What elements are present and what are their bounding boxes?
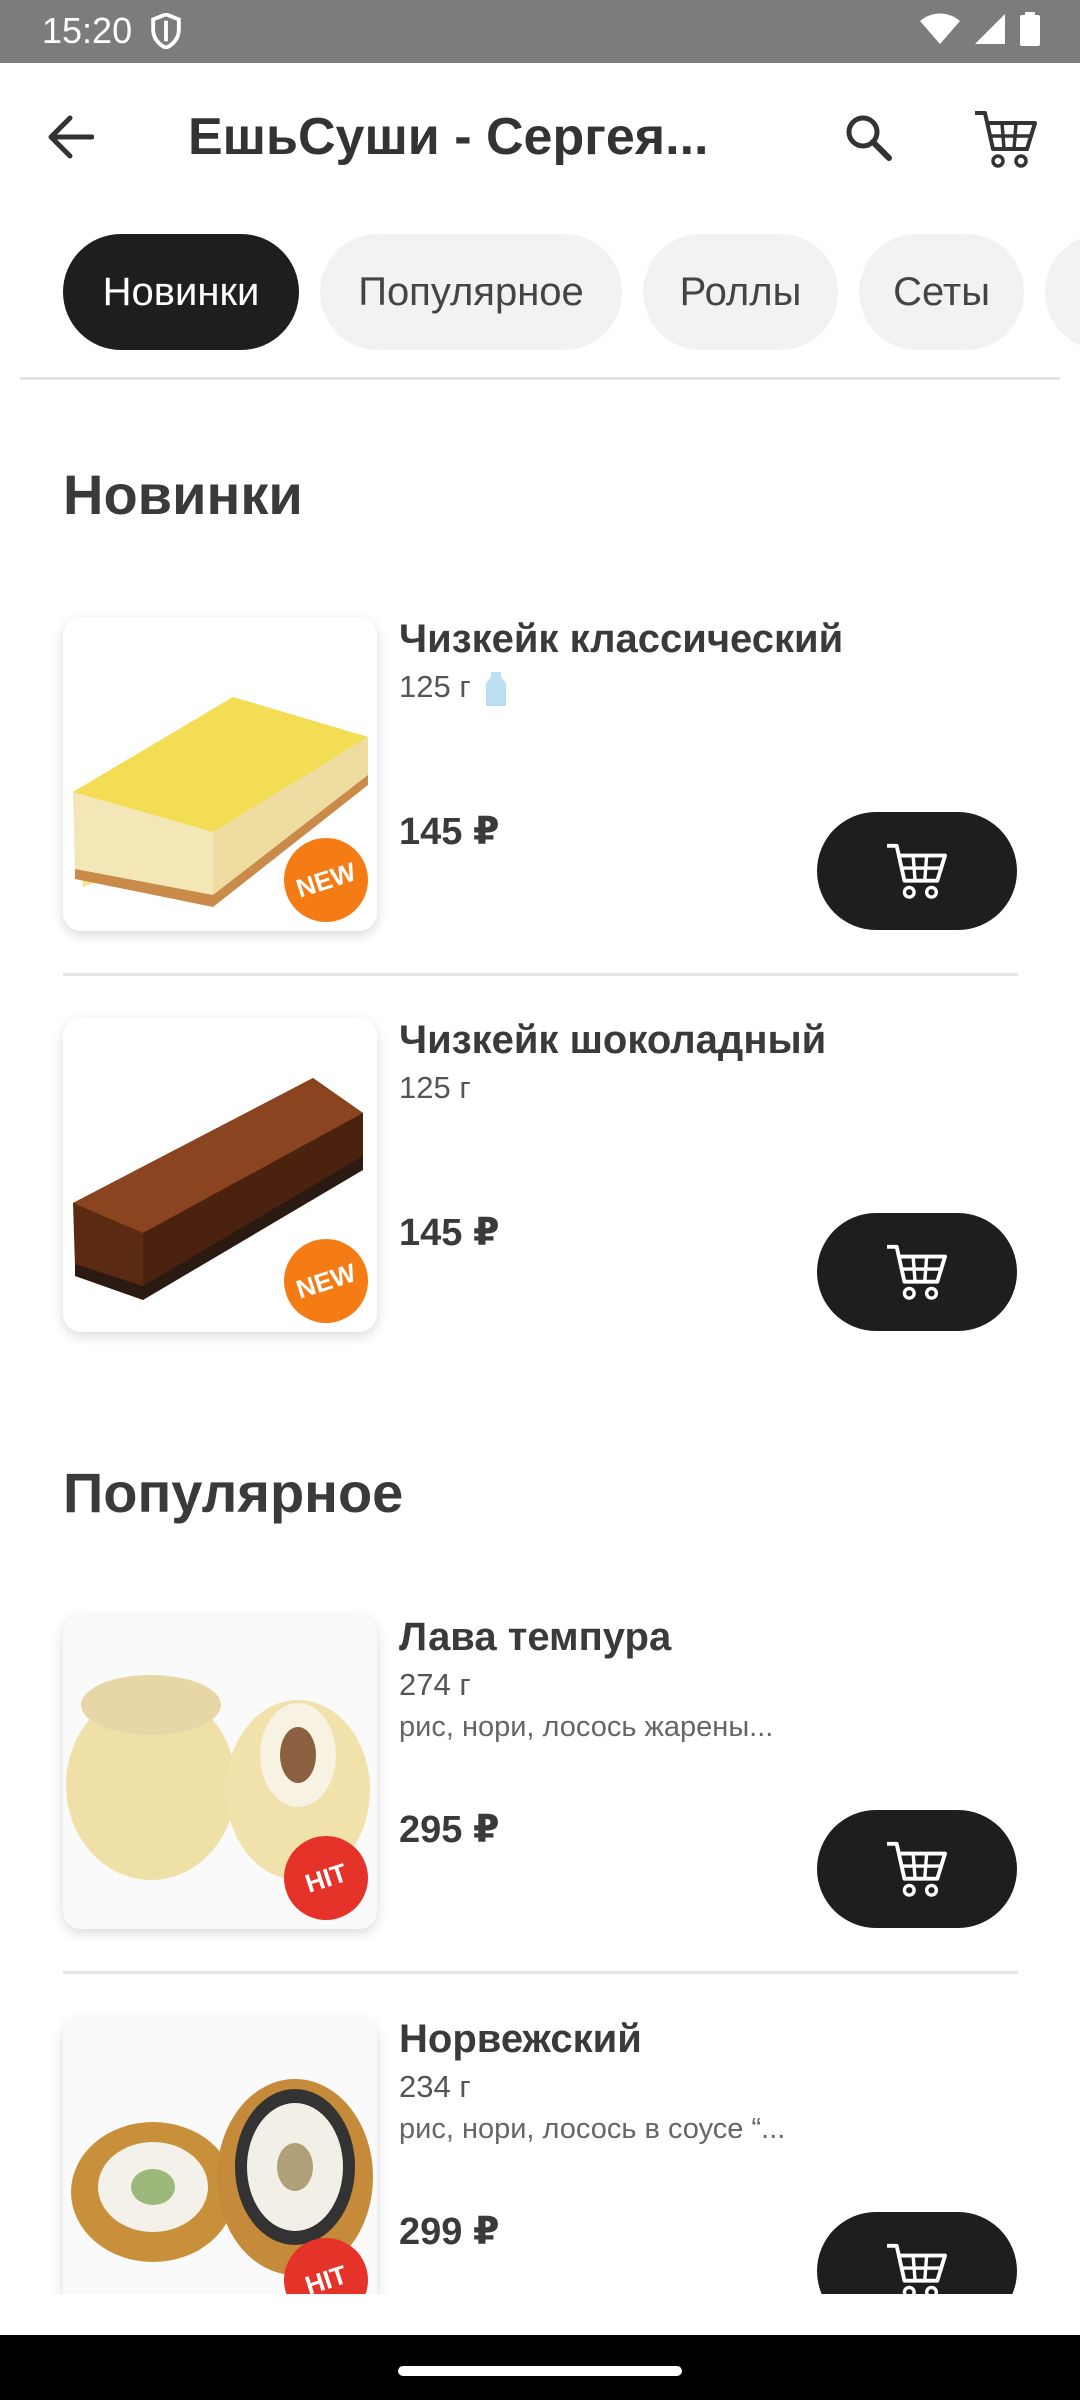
back-button[interactable] — [40, 107, 100, 167]
weight-text: 125 г — [399, 669, 471, 704]
product-name: Чизкейк шоколадный — [399, 1018, 827, 1062]
new-badge: NEW — [283, 1238, 369, 1324]
add-to-cart-button[interactable] — [817, 812, 1017, 930]
tab-rolls[interactable]: Роллы — [643, 234, 838, 350]
app-header: ЕшьСуши - Сергея... — [0, 63, 1080, 211]
product-price: 145 ₽ — [399, 811, 500, 853]
item-divider — [63, 973, 1018, 976]
search-icon — [846, 115, 892, 161]
product-card[interactable]: NEW Чизкейк классический 125 г 145 ₽ — [63, 617, 1018, 933]
tab-more[interactable] — [1045, 234, 1080, 350]
home-handle[interactable] — [398, 2366, 682, 2376]
section-title-new: Новинки — [63, 463, 303, 526]
menu-content[interactable]: Новинки NEW Чизкейк классический 125 г 1… — [0, 380, 1080, 2294]
product-price: 299 ₽ — [399, 2211, 500, 2253]
product-card[interactable]: HIT Лава темпура 274 г рис, нори, лосось… — [63, 1615, 1018, 1931]
add-to-cart-button[interactable] — [817, 1810, 1017, 1928]
signal-icon — [975, 14, 1005, 44]
product-name: Лава темпура — [399, 1615, 672, 1659]
product-name: Чизкейк классический — [399, 617, 844, 661]
cart-button[interactable] — [970, 103, 1042, 175]
product-image[interactable]: NEW — [63, 1018, 377, 1332]
product-price: 295 ₽ — [399, 1809, 500, 1851]
product-image[interactable]: NEW — [63, 617, 377, 931]
add-to-cart-button[interactable] — [817, 2212, 1017, 2294]
product-weight: 125 г — [399, 1070, 471, 1105]
item-divider — [63, 1971, 1018, 1974]
product-name: Норвежский — [399, 2017, 642, 2061]
arrow-left-icon — [48, 115, 94, 159]
tab-new[interactable]: Новинки — [63, 234, 299, 350]
product-description: рис, нори, лосось в соусе “... — [399, 2113, 786, 2145]
shield-icon — [151, 13, 181, 49]
cart-icon — [887, 1841, 947, 1897]
search-button[interactable] — [836, 105, 900, 169]
tab-label: Роллы — [679, 269, 802, 314]
product-card[interactable]: NEW Чизкейк шоколадный 125 г 145 ₽ — [63, 1018, 1018, 1334]
product-description: рис, нори, лосось жарены... — [399, 1711, 774, 1743]
battery-icon — [1020, 12, 1040, 46]
product-price: 145 ₽ — [399, 1212, 500, 1254]
tab-sets[interactable]: Сеты — [859, 234, 1024, 350]
tab-popular[interactable]: Популярное — [320, 234, 622, 350]
tab-label: Популярное — [358, 269, 584, 314]
cart-icon — [887, 1244, 947, 1300]
product-weight: 125 г — [399, 669, 507, 707]
cart-icon — [975, 111, 1037, 168]
product-image[interactable]: HIT — [63, 2017, 377, 2294]
product-weight: 234 г — [399, 2069, 471, 2104]
hit-badge: HIT — [283, 1835, 369, 1921]
status-bar: 15:20 — [0, 0, 1080, 63]
product-image[interactable]: HIT — [63, 1615, 377, 1929]
cart-icon — [887, 843, 947, 899]
tab-label: Сеты — [893, 269, 990, 314]
category-tabs: Новинки Популярное Роллы Сеты — [0, 232, 1080, 354]
add-to-cart-button[interactable] — [817, 1213, 1017, 1331]
new-badge: NEW — [283, 837, 369, 923]
wifi-icon — [920, 13, 960, 44]
product-weight: 274 г — [399, 1667, 471, 1702]
tab-label: Новинки — [102, 269, 260, 314]
page-title: ЕшьСуши - Сергея... — [188, 108, 708, 166]
cart-icon — [887, 2243, 947, 2294]
section-title-popular: Популярное — [63, 1461, 404, 1524]
product-card[interactable]: HIT Норвежский 234 г рис, нори, лосось в… — [63, 2017, 1018, 2294]
status-time: 15:20 — [42, 10, 133, 51]
hit-badge: HIT — [283, 2237, 369, 2294]
drink-icon — [486, 671, 507, 706]
